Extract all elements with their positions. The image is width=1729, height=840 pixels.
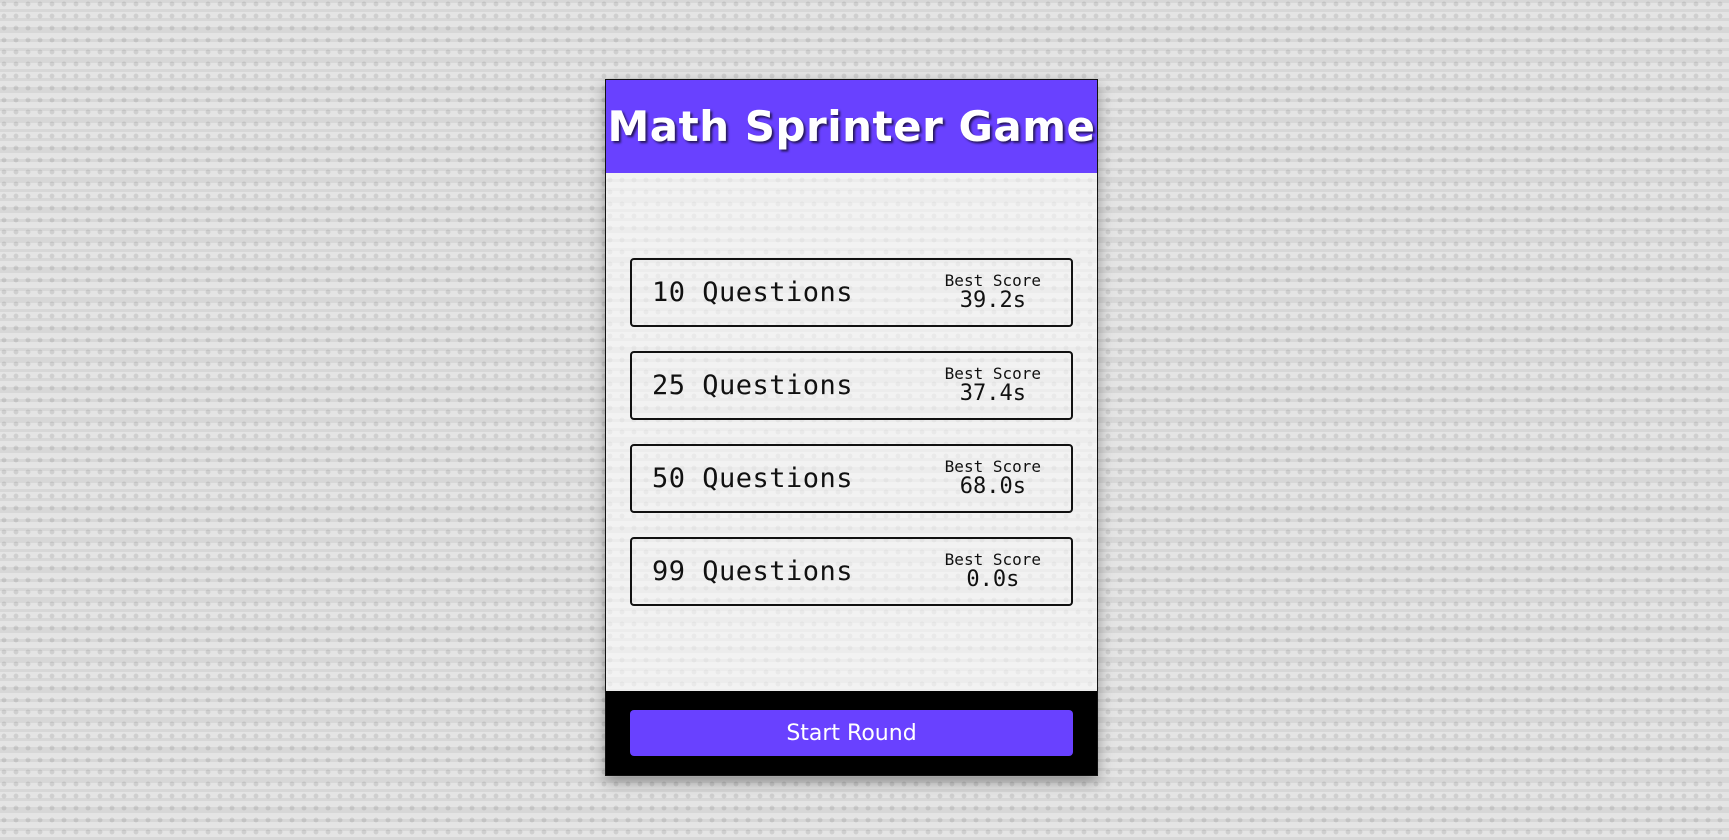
best-score-value: 39.2s	[959, 288, 1026, 314]
option-label: 10 Questions	[652, 277, 854, 308]
best-score: Best Score 37.4s	[944, 363, 1041, 407]
option-25-questions[interactable]: 25 Questions Best Score 37.4s	[630, 351, 1073, 420]
option-50-questions[interactable]: 50 Questions Best Score 68.0s	[630, 444, 1073, 513]
best-score-value: 37.4s	[959, 381, 1026, 407]
option-99-questions[interactable]: 99 Questions Best Score 0.0s	[630, 537, 1073, 606]
option-label: 99 Questions	[652, 556, 854, 587]
footer: Start Round	[606, 691, 1097, 775]
best-score-value: 0.0s	[966, 567, 1020, 593]
option-10-questions[interactable]: 10 Questions Best Score 39.2s	[630, 258, 1073, 327]
game-container: Math Sprinter Game 10 Questions Best Sco…	[605, 79, 1098, 776]
start-round-button[interactable]: Start Round	[630, 710, 1073, 756]
best-score-label: Best Score	[944, 363, 1041, 383]
question-options: 10 Questions Best Score 39.2s 25 Questio…	[630, 258, 1073, 630]
best-score-label: Best Score	[944, 270, 1041, 290]
best-score: Best Score 0.0s	[944, 549, 1041, 593]
page-title: Math Sprinter Game	[607, 102, 1096, 151]
option-label: 25 Questions	[652, 370, 854, 401]
best-score-label: Best Score	[944, 549, 1041, 569]
best-score: Best Score 39.2s	[944, 270, 1041, 314]
best-score-label: Best Score	[944, 456, 1041, 476]
option-label: 50 Questions	[652, 463, 854, 494]
header: Math Sprinter Game	[606, 80, 1097, 173]
best-score: Best Score 68.0s	[944, 456, 1041, 500]
best-score-value: 68.0s	[959, 474, 1026, 500]
